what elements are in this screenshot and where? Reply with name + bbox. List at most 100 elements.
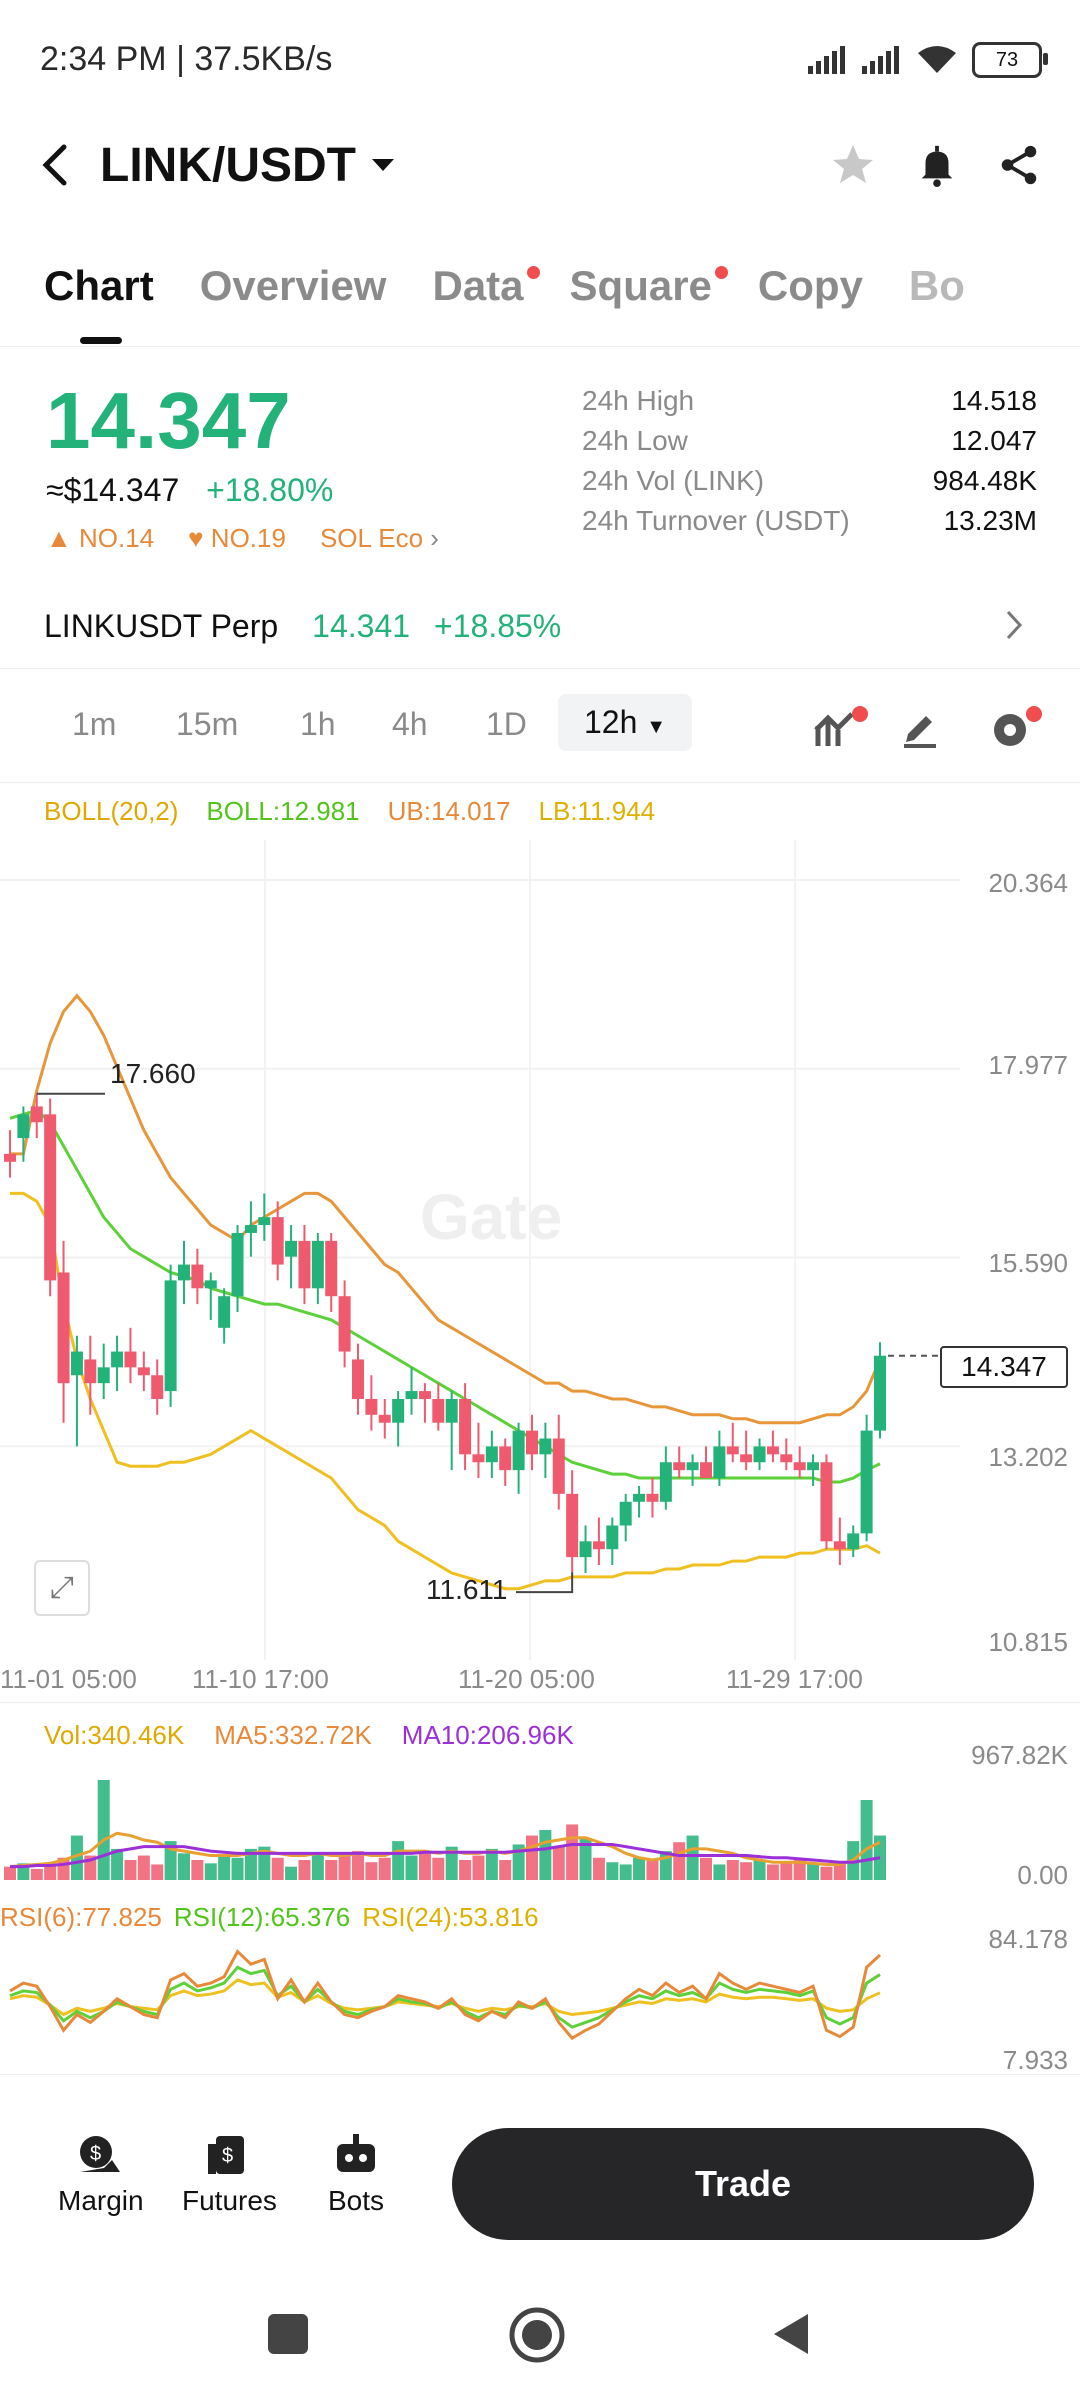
volume-bar bbox=[325, 1860, 338, 1880]
candle-body bbox=[111, 1351, 124, 1368]
candle-body bbox=[204, 1280, 217, 1289]
volume-bar bbox=[860, 1800, 873, 1880]
candle-body bbox=[606, 1525, 619, 1550]
nav-futures[interactable]: $ Futures bbox=[182, 2132, 277, 2217]
svg-text:$: $ bbox=[90, 2143, 101, 2165]
boll-lower-value: LB:11.944 bbox=[538, 796, 656, 826]
divider bbox=[0, 346, 1080, 347]
volume-bar bbox=[606, 1862, 619, 1880]
candle-body bbox=[633, 1493, 646, 1502]
candle-body bbox=[244, 1225, 257, 1233]
pair-title[interactable]: LINK/USDT bbox=[100, 138, 356, 193]
candle-body bbox=[874, 1355, 886, 1431]
back-arrow-icon[interactable] bbox=[40, 143, 70, 187]
stat-row: 24h Low 12.047 bbox=[582, 425, 1037, 456]
volume-bar bbox=[766, 1864, 779, 1880]
candle-body bbox=[84, 1359, 97, 1384]
alert-bell-icon[interactable] bbox=[914, 141, 960, 189]
volume-bar bbox=[566, 1824, 579, 1880]
vol-ma5-value: MA5:332.72K bbox=[214, 1720, 372, 1750]
volume-bar bbox=[740, 1862, 753, 1880]
perp-change: +18.85% bbox=[434, 608, 562, 644]
ecosystem-badge[interactable]: SOL Eco › bbox=[320, 523, 439, 554]
timeframe-15m[interactable]: 15m bbox=[176, 706, 238, 743]
candle-body bbox=[659, 1462, 672, 1502]
last-price-marker: 14.347 bbox=[940, 1346, 1068, 1388]
fullscreen-expand-icon[interactable]: ⤢ bbox=[34, 1560, 90, 1616]
volume-bar bbox=[365, 1862, 378, 1880]
tab-data[interactable]: Data bbox=[432, 262, 540, 310]
volume-bar bbox=[592, 1857, 605, 1880]
candle-body bbox=[740, 1454, 753, 1463]
back-nav-icon[interactable] bbox=[768, 2310, 816, 2358]
divider bbox=[0, 2074, 1080, 2075]
settings-gear-icon[interactable] bbox=[986, 704, 1046, 750]
volume-bar bbox=[338, 1855, 351, 1880]
volume-bar bbox=[178, 1853, 190, 1880]
candle-body bbox=[499, 1446, 512, 1471]
volume-bar bbox=[378, 1857, 391, 1880]
pair-dropdown-icon[interactable] bbox=[368, 155, 398, 175]
candle-body bbox=[218, 1296, 231, 1328]
home-icon[interactable] bbox=[508, 2306, 566, 2364]
chevron-right-icon[interactable] bbox=[1004, 608, 1024, 642]
battery-indicator: 73 bbox=[972, 42, 1048, 78]
rsi24-value: RSI(24):53.816 bbox=[362, 1902, 539, 1932]
candle-body bbox=[860, 1430, 873, 1534]
tab-bots[interactable]: Bo bbox=[909, 262, 965, 310]
tab-copy[interactable]: Copy bbox=[758, 262, 863, 310]
stat-row: 24h High 14.518 bbox=[582, 385, 1037, 416]
rsi6-value: RSI(6):77.825 bbox=[0, 1902, 162, 1932]
candle-body bbox=[338, 1296, 351, 1352]
header: LINK/USDT bbox=[40, 125, 1042, 205]
price-change: +18.80% bbox=[206, 472, 334, 508]
volume-bar bbox=[137, 1855, 150, 1880]
volume-bar bbox=[472, 1855, 485, 1880]
high-annotation: 17.660 bbox=[110, 1058, 196, 1089]
nav-margin[interactable]: $ Margin bbox=[58, 2132, 144, 2217]
timeframe-4h[interactable]: 4h bbox=[392, 706, 428, 743]
volume-bar bbox=[204, 1863, 217, 1880]
price-usd: ≈$14.347 +18.80% bbox=[46, 472, 333, 509]
candle-body bbox=[526, 1430, 538, 1455]
candle-body bbox=[847, 1533, 860, 1550]
candle-body bbox=[766, 1446, 779, 1455]
tab-chart[interactable]: Chart bbox=[44, 262, 154, 310]
volume-bar bbox=[298, 1860, 311, 1880]
tab-overview[interactable]: Overview bbox=[200, 262, 387, 310]
vol-value: Vol:340.46K bbox=[44, 1720, 185, 1750]
timeframe-12h[interactable]: 12h ▼ bbox=[558, 694, 693, 751]
candle-body bbox=[793, 1462, 806, 1471]
nav-bots[interactable]: Bots bbox=[328, 2132, 384, 2217]
recent-apps-icon[interactable] bbox=[266, 2312, 310, 2356]
star-icon[interactable] bbox=[828, 141, 878, 189]
share-icon[interactable] bbox=[996, 141, 1042, 189]
divider bbox=[0, 1702, 1080, 1703]
volume-bar bbox=[30, 1868, 43, 1880]
candle-body bbox=[445, 1398, 458, 1423]
rank-badge-1[interactable]: ▲ NO.14 bbox=[46, 523, 154, 554]
indicators-icon[interactable] bbox=[812, 706, 870, 752]
candle-body bbox=[231, 1232, 244, 1297]
draw-pen-icon[interactable] bbox=[900, 708, 940, 748]
perp-row[interactable]: LINKUSDT Perp 14.341 +18.85% bbox=[44, 608, 561, 645]
timeframe-1h[interactable]: 1h bbox=[300, 706, 336, 743]
candle-body bbox=[258, 1217, 271, 1226]
price-axis-label: 10.815 bbox=[988, 1627, 1068, 1657]
rank-badge-2[interactable]: ♥ NO.19 bbox=[188, 523, 286, 554]
timeframe-1m[interactable]: 1m bbox=[72, 706, 116, 743]
candle-body bbox=[4, 1153, 16, 1162]
volume-legend: Vol:340.46K MA5:332.72K MA10:206.96K bbox=[44, 1720, 574, 1751]
signal-icon bbox=[808, 46, 845, 74]
candle-body bbox=[137, 1367, 150, 1376]
timeframe-1d[interactable]: 1D bbox=[486, 706, 527, 743]
candle-body bbox=[352, 1359, 364, 1399]
tab-square[interactable]: Square bbox=[570, 262, 728, 310]
volume-bar bbox=[432, 1857, 445, 1880]
trade-button[interactable]: Trade bbox=[452, 2128, 1034, 2240]
heart-icon: ♥ bbox=[188, 523, 204, 553]
candle-body bbox=[365, 1398, 378, 1415]
boll-label: BOLL(20,2) bbox=[44, 796, 179, 826]
timeframe-bar: 1m 15m 1h 4h 1D 12h ▼ bbox=[0, 692, 1080, 772]
volume-bar bbox=[526, 1835, 538, 1880]
